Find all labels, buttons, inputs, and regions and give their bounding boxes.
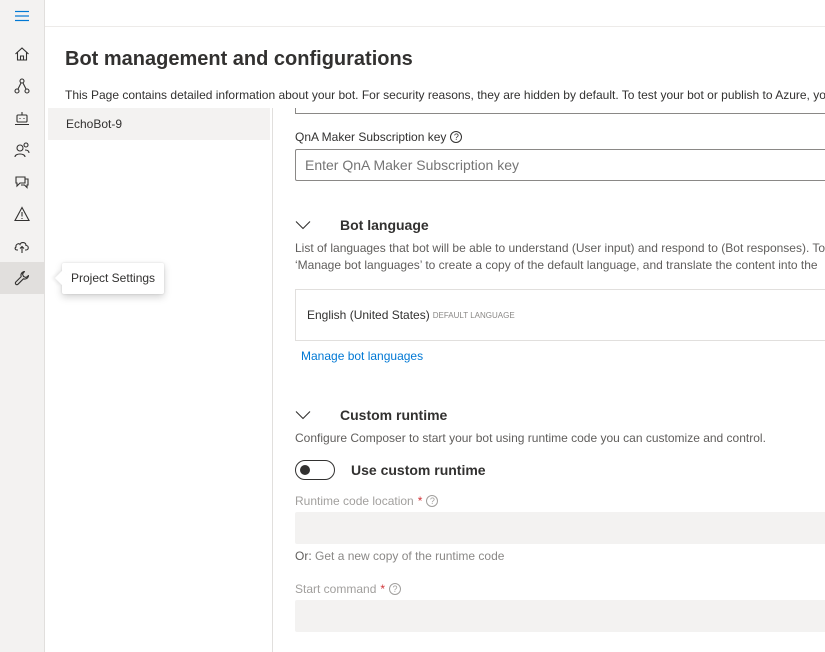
required-asterisk: * <box>417 494 423 508</box>
project-settings-tooltip: Project Settings <box>62 263 165 294</box>
qna-key-input[interactable] <box>295 149 825 181</box>
get-runtime-copy-line: Or: Get a new copy of the runtime code <box>295 549 504 563</box>
project-item-echobot[interactable]: EchoBot-9 <box>48 108 270 140</box>
qna-key-label: QnA Maker Subscription key ? <box>295 130 463 144</box>
help-icon[interactable]: ? <box>389 583 402 595</box>
top-bar <box>45 0 825 27</box>
or-prefix: Or: <box>295 549 312 563</box>
publish-cloud-icon[interactable] <box>0 230 44 262</box>
runtime-location-label: Runtime code location * ? <box>295 494 439 508</box>
manage-bot-languages-link[interactable]: Manage bot languages <box>301 349 423 363</box>
hamburger-menu-icon[interactable] <box>0 0 44 32</box>
start-command-label-text: Start command <box>295 582 377 596</box>
language-name: English (United States) <box>307 308 430 322</box>
settings-content: QnA Maker Subscription key ? Bot languag… <box>274 108 825 652</box>
get-runtime-copy-link[interactable]: Get a new copy of the runtime code <box>315 549 504 563</box>
design-flow-icon[interactable] <box>0 70 44 102</box>
default-language-tag: DEFAULT LANGUAGE <box>432 310 515 320</box>
toggle-knob <box>300 465 310 475</box>
project-settings-wrench-icon[interactable] <box>0 262 44 294</box>
left-nav-rail <box>0 0 45 652</box>
start-command-input[interactable] <box>295 600 825 632</box>
clipped-input-field[interactable] <box>295 108 825 114</box>
diagnostics-warning-icon[interactable] <box>0 198 44 230</box>
runtime-location-input[interactable] <box>295 512 825 544</box>
bot-language-description-line1: List of languages that bot will be able … <box>295 241 825 255</box>
language-list-item[interactable]: English (United States) DEFAULT LANGUAGE <box>295 289 825 341</box>
page-title: Bot management and configurations <box>65 48 413 70</box>
project-tree: EchoBot-9 <box>45 108 273 652</box>
runtime-location-label-text: Runtime code location <box>295 494 414 508</box>
custom-runtime-title: Custom runtime <box>340 407 448 423</box>
chevron-down-icon[interactable] <box>295 220 311 230</box>
home-icon[interactable] <box>0 38 44 70</box>
custom-runtime-toggle[interactable] <box>295 460 335 480</box>
help-icon[interactable]: ? <box>426 495 439 507</box>
page-description: This Page contains detailed information … <box>65 88 825 102</box>
user-input-icon[interactable] <box>0 134 44 166</box>
custom-runtime-header[interactable]: Custom runtime <box>295 407 447 423</box>
custom-runtime-description: Configure Composer to start your bot usi… <box>295 431 766 445</box>
bot-language-header[interactable]: Bot language <box>295 217 429 233</box>
chevron-down-icon[interactable] <box>295 410 311 420</box>
custom-runtime-toggle-label: Use custom runtime <box>351 462 486 478</box>
bot-responses-icon[interactable] <box>0 102 44 134</box>
knowledge-base-icon[interactable] <box>0 166 44 198</box>
bot-language-title: Bot language <box>340 217 429 233</box>
start-command-label: Start command * ? <box>295 582 402 596</box>
help-icon[interactable]: ? <box>450 131 463 143</box>
qna-key-label-text: QnA Maker Subscription key <box>295 130 447 144</box>
required-asterisk: * <box>380 582 386 596</box>
bot-language-description-line2: ‘Manage bot languages’ to create a copy … <box>295 258 818 272</box>
